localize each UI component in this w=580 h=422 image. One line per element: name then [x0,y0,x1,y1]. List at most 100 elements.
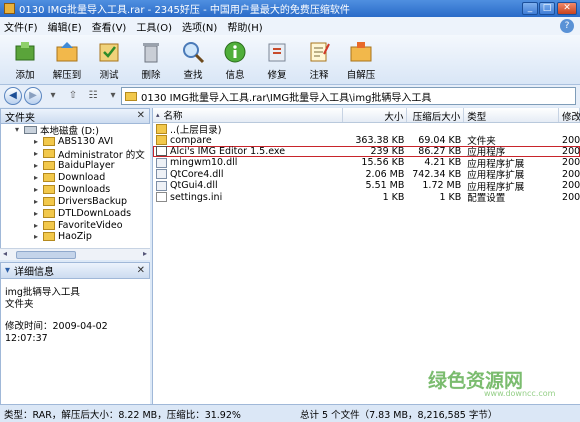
folder-icon [43,184,55,194]
detail-kind: 文件夹 [5,299,34,310]
test-icon [99,43,119,62]
search-icon [183,42,205,64]
menu-bar: 文件(F) 编辑(E) 查看(V) 工具(O) 选项(N) 帮助(H) ? [0,17,580,35]
path-text: 0130 IMG批量导入工具.rar\IMG批量导入工具\img批辆导入工具 [141,92,432,104]
detail-modified: 修改时间：2009-04-02 12:07:37 [5,321,108,344]
column-packed-size[interactable]: 压缩后大小 [407,108,465,123]
column-size[interactable]: 大小 [343,108,408,123]
scroll-left-icon[interactable]: ◂ [3,249,7,258]
folder-tree: ▾ 本地磁盘 (D:) ▸ ABS130 AVI ▸ Administrator 的… [0,124,150,260]
extract-to-button[interactable]: 解压到 [46,35,88,85]
test-button[interactable]: 测试 [88,35,130,85]
folder-up-icon [156,123,167,134]
add-icon [15,42,35,61]
tree-node-drive[interactable]: ▾ 本地磁盘 (D:) [1,124,150,137]
menu-edit[interactable]: 编辑(E) [48,19,82,34]
repair-icon [268,43,286,62]
minimize-button[interactable]: _ [522,2,538,15]
drive-icon [24,125,37,134]
column-name[interactable]: ▴ 名称 [153,108,343,122]
tree-node-folder[interactable]: ▸ HaoZip [1,231,150,243]
details-panel-title: 详细信息 [14,267,55,278]
status-total: 总计 5 个文件（7.83 MB，8,216,585 字节） [300,409,498,421]
maximize-button[interactable]: □ [539,2,555,15]
tree-node-folder[interactable]: ▸ DriversBackup [1,195,150,207]
view-mode-icon[interactable]: ☷ [84,88,102,104]
close-icon[interactable]: ✕ [137,110,145,121]
details-panel-body: img批辆导入工具 文件夹 修改时间：2009-04-02 12:07:37 [0,279,150,404]
watermark-url: www.downcc.com [484,389,556,398]
ini-file-icon [156,192,167,203]
expand-icon[interactable]: ▸ [34,173,43,182]
tree-horizontal-scrollbar[interactable]: ◂ ▸ [0,248,150,260]
sort-up-icon: ▴ [156,111,160,119]
file-list: ▴ 名称 大小 压缩后大小 类型 修改 ..(上层目录) compare 363.… [152,108,580,404]
dll-file-icon [156,180,167,191]
tree-node-folder[interactable]: ▸ Administrator 的文 [1,148,150,161]
view-mode-dropdown-icon[interactable]: ▾ [104,88,122,104]
tree-node-folder[interactable]: ▸ FavoriteVideo [1,219,150,231]
find-button[interactable]: 查找 [172,35,214,85]
title-bar: 0130 IMG批量导入工具.rar - 2345好压 - 中国用户量最大的免费… [0,0,580,17]
menu-file[interactable]: 文件(F) [4,19,38,34]
folder-icon [43,137,55,147]
expand-icon[interactable]: ▸ [34,149,43,158]
expand-icon[interactable]: ▸ [34,137,43,146]
expand-icon[interactable]: ▸ [34,185,43,194]
extract-to-icon [56,42,78,62]
folder-icon [43,161,55,171]
address-bar: ◀ ▶ ▾ ⇧ ☷ ▾ 0130 IMG批量导入工具.rar\IMG批量导入工具… [0,85,580,107]
scroll-right-icon[interactable]: ▸ [143,249,147,258]
app-icon [4,3,15,14]
folder-icon [43,173,55,182]
folder-icon [43,208,55,218]
scrollbar-thumb[interactable] [16,251,76,259]
info-icon [224,41,246,63]
column-type[interactable]: 类型 [464,108,559,123]
tree-node-folder[interactable]: ▸ DTLDownLoads [1,207,150,219]
folder-panel-header: 文件夹 ✕ [0,108,150,124]
exe-file-icon [156,146,167,157]
add-button[interactable]: 添加 [4,35,46,85]
info-button[interactable]: 信息 [214,35,256,85]
dll-file-icon [156,169,167,180]
toolbar: 添加 解压到 测试 删除 查找 信息 修复 注释 自解压 [0,35,580,85]
collapse-arrow-icon[interactable]: ▾ [5,265,10,276]
menu-options[interactable]: 选项(N) [182,19,217,34]
column-modified[interactable]: 修改 [559,108,580,123]
tree-node-folder[interactable]: ▸ Downloads [1,183,150,195]
help-circle-icon[interactable]: ? [560,19,574,33]
file-row[interactable]: settings.ini 1 KB 1 KB 配置设置 2008 [153,191,580,204]
sfx-button[interactable]: 自解压 [340,35,382,85]
close-icon[interactable]: ✕ [137,265,145,276]
back-arrow-icon[interactable]: ◀ [4,87,22,105]
expand-icon[interactable]: ▸ [34,232,43,241]
path-field[interactable]: 0130 IMG批量导入工具.rar\IMG批量导入工具\img批辆导入工具 [121,87,576,105]
expand-icon[interactable]: ▸ [34,221,43,230]
expand-icon[interactable]: ▸ [34,197,43,206]
comment-button[interactable]: 注释 [298,35,340,85]
chevron-down-icon[interactable]: ▾ [44,88,62,104]
up-folder-icon[interactable]: ⇧ [64,88,82,104]
menu-help[interactable]: 帮助(H) [227,19,262,34]
menu-view[interactable]: 查看(V) [92,19,127,34]
expand-icon[interactable]: ▸ [34,161,43,170]
folder-icon [43,220,55,230]
close-button[interactable]: ✕ [557,2,577,15]
folder-panel-title: 文件夹 [5,112,35,124]
status-bar: 类型：RAR，解压后大小：8.22 MB，压缩比：31.92% 总计 5 个文件… [0,404,580,422]
menu-tools[interactable]: 工具(O) [136,19,172,34]
detail-name: img批辆导入工具 [5,287,80,298]
delete-button[interactable]: 删除 [130,35,172,85]
tree-node-folder[interactable]: ▸ Download [1,172,150,184]
folder-icon [43,232,55,242]
forward-arrow-icon[interactable]: ▶ [24,87,42,105]
folder-icon [43,196,55,206]
comment-icon [310,42,330,62]
repair-button[interactable]: 修复 [256,35,298,85]
window-title: 0130 IMG批量导入工具.rar - 2345好压 - 中国用户量最大的免费… [19,5,350,16]
expand-icon[interactable]: ▸ [34,209,43,218]
folder-icon [125,91,137,101]
collapse-icon[interactable]: ▾ [15,125,24,134]
tree-node-folder[interactable]: ▸ BaiduPlayer [1,160,150,172]
